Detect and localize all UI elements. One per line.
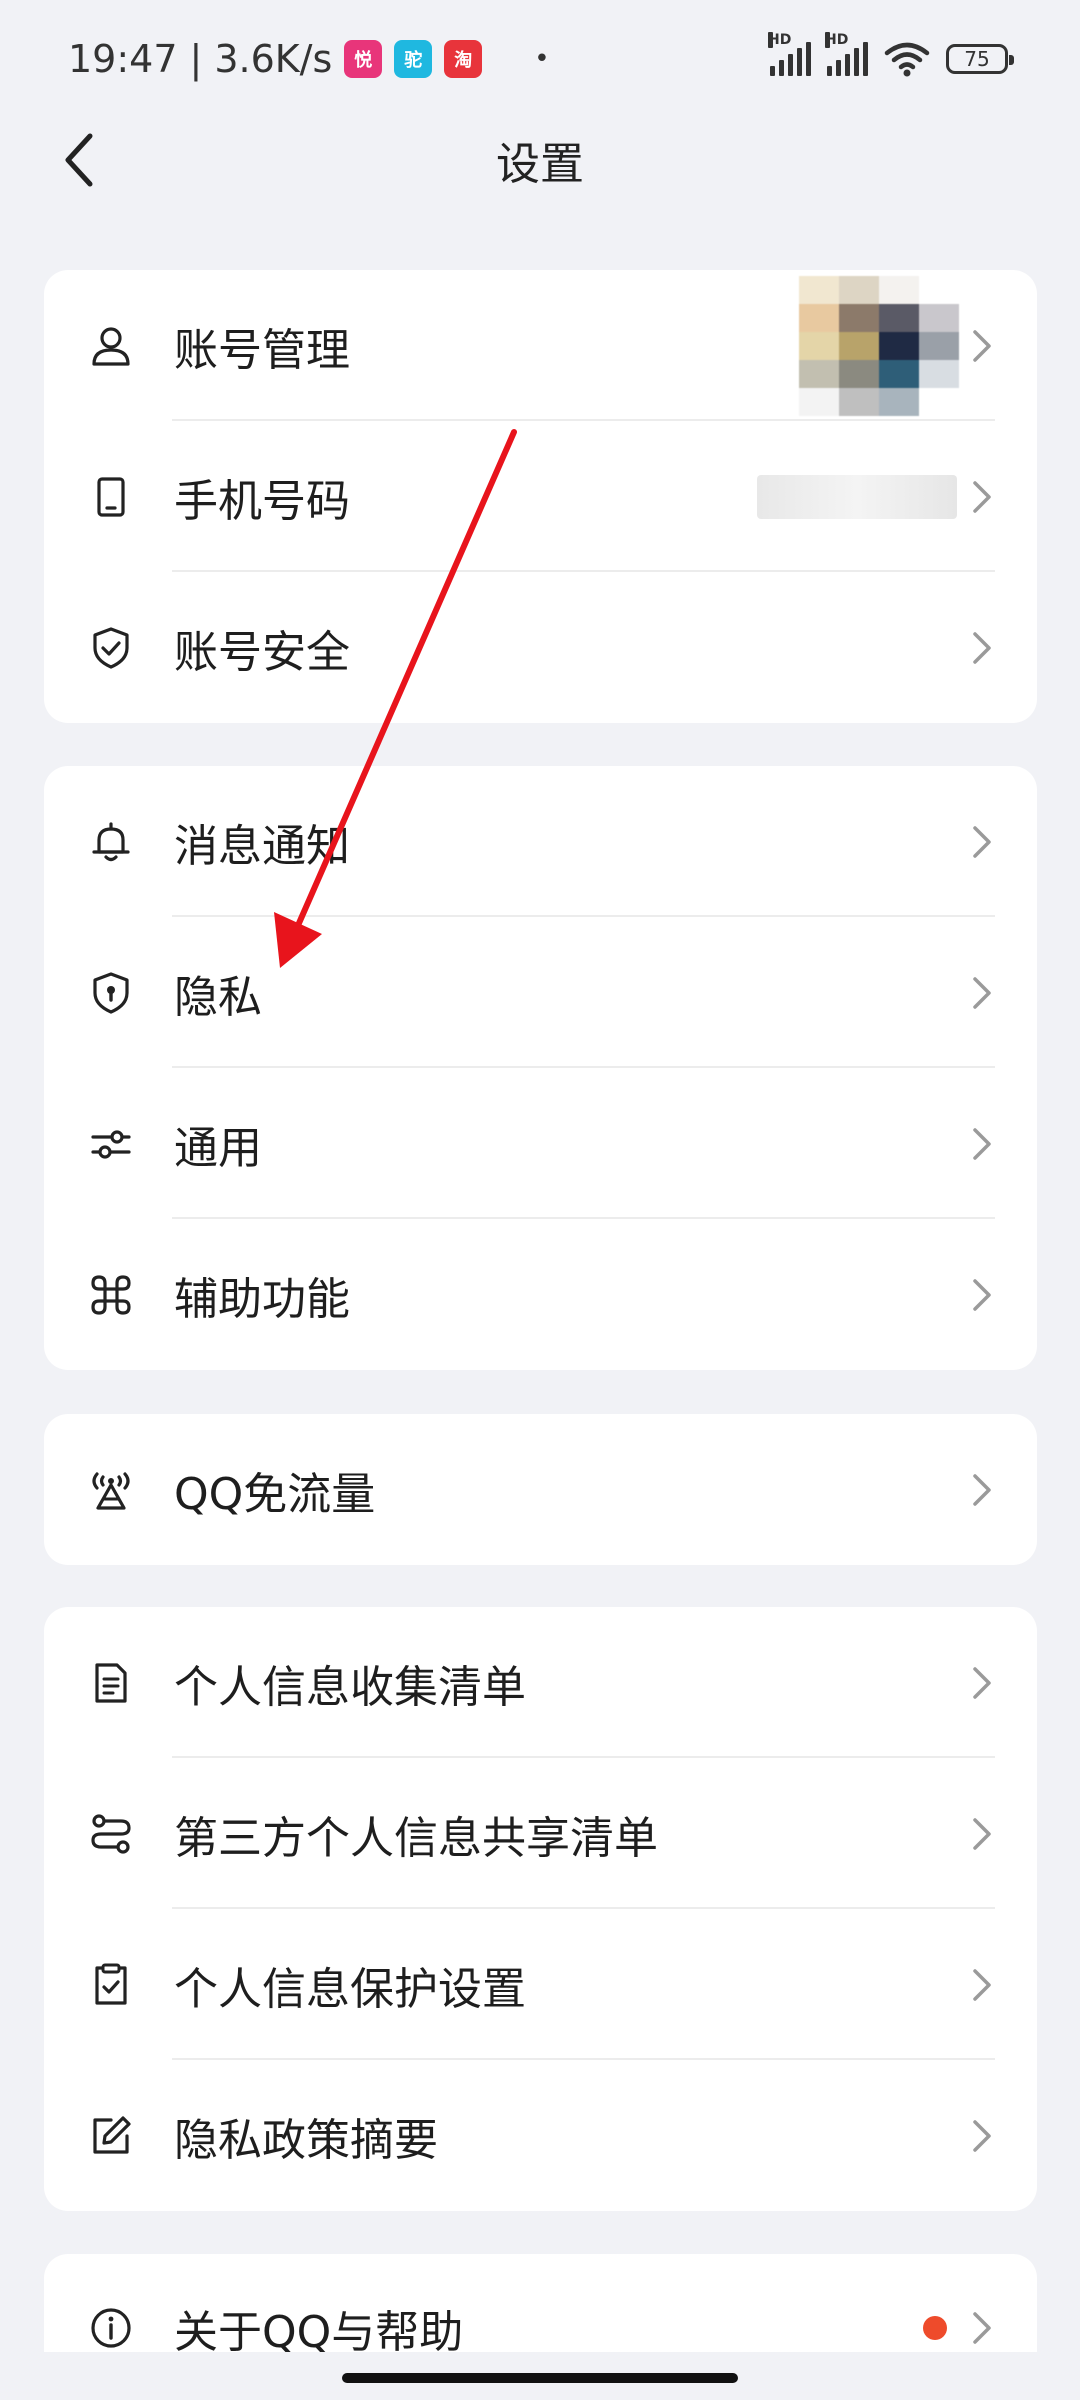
settings-item-qq-data-free[interactable]: QQ免流量 xyxy=(44,1414,1037,1565)
settings-item-personal-info-collection[interactable]: 个人信息收集清单 xyxy=(44,1607,1037,1758)
battery-level: 75 xyxy=(964,47,990,71)
bell-icon xyxy=(86,817,136,867)
chevron-right-icon xyxy=(973,1278,991,1311)
settings-item-account-management[interactable]: 账号管理 xyxy=(44,270,1037,421)
settings-item-notifications[interactable]: 消息通知 xyxy=(44,766,1037,917)
general-settings-card: 消息通知 隐私 通用 辅助功能 xyxy=(44,766,1037,1370)
settings-item-label: 隐私 xyxy=(174,971,262,1023)
network-speed: 3.6K/s xyxy=(214,37,333,81)
settings-item-label: 第三方个人信息共享清单 xyxy=(174,1812,658,1864)
status-bar: 19:47 | 3.6K/s 悦 驼 淘 • HD HD 75 xyxy=(0,0,1080,120)
settings-item-label: 手机号码 xyxy=(174,475,350,527)
document-icon xyxy=(86,1658,136,1708)
settings-item-label: 消息通知 xyxy=(174,820,350,872)
sliders-icon xyxy=(86,1119,136,1169)
settings-item-label: 个人信息收集清单 xyxy=(174,1661,526,1713)
hd-label: HD xyxy=(768,32,792,48)
status-time: 19:47 xyxy=(68,37,178,81)
settings-item-personal-info-protection[interactable]: 个人信息保护设置 xyxy=(44,1909,1037,2060)
chevron-right-icon xyxy=(973,2311,991,2344)
chevron-right-icon xyxy=(973,1127,991,1160)
shield-lock-icon xyxy=(86,968,136,1018)
settings-item-privacy-policy-summary[interactable]: 隐私政策摘要 xyxy=(44,2060,1037,2211)
chevron-right-icon xyxy=(973,1817,991,1850)
signal-icon: HD xyxy=(825,32,868,76)
settings-item-general[interactable]: 通用 xyxy=(44,1068,1037,1219)
hd-label: HD xyxy=(825,32,849,48)
settings-item-label: 通用 xyxy=(174,1122,262,1174)
person-icon xyxy=(86,321,136,371)
settings-item-accessibility[interactable]: 辅助功能 xyxy=(44,1219,1037,1370)
edit-icon xyxy=(86,2111,136,2161)
notification-app-icon: 驼 xyxy=(394,40,433,78)
settings-item-third-party-sharing[interactable]: 第三方个人信息共享清单 xyxy=(44,1758,1037,1909)
chevron-right-icon xyxy=(973,976,991,1009)
settings-item-privacy[interactable]: 隐私 xyxy=(44,917,1037,1068)
home-indicator[interactable] xyxy=(342,2373,738,2383)
settings-item-label: 账号安全 xyxy=(174,626,350,678)
account-settings-card: 账号管理 手机号码 账号安全 xyxy=(44,270,1037,723)
chevron-right-icon xyxy=(973,329,991,362)
personal-info-card: 个人信息收集清单 第三方个人信息共享清单 个人信息保护设置 隐私政策摘要 xyxy=(44,1607,1037,2211)
battery-icon: 75 xyxy=(946,44,1014,74)
status-separator: | xyxy=(189,37,203,81)
chevron-right-icon xyxy=(973,2119,991,2152)
chevron-right-icon xyxy=(973,1473,991,1506)
chevron-right-icon xyxy=(973,480,991,513)
status-left: 19:47 | 3.6K/s 悦 驼 淘 • xyxy=(68,34,550,84)
status-dot: • xyxy=(534,44,550,74)
chevron-right-icon xyxy=(973,1968,991,2001)
command-icon xyxy=(86,1270,136,1320)
chevron-right-icon xyxy=(973,825,991,858)
settings-item-label: 个人信息保护设置 xyxy=(174,1963,526,2015)
chevron-right-icon xyxy=(973,631,991,664)
status-right: HD HD 75 xyxy=(768,32,1014,82)
notification-app-icon: 淘 xyxy=(444,40,483,78)
page-title: 设置 xyxy=(496,139,584,190)
info-icon xyxy=(86,2303,136,2353)
settings-item-label: 关于QQ与帮助 xyxy=(174,2306,464,2358)
notification-dot xyxy=(923,2315,947,2340)
antenna-icon xyxy=(86,1465,136,1515)
notification-app-icon: 悦 xyxy=(344,40,383,78)
phone-icon xyxy=(86,472,136,522)
settings-item-label: QQ免流量 xyxy=(174,1468,376,1520)
settings-item-phone-number[interactable]: 手机号码 xyxy=(44,421,1037,572)
chevron-right-icon xyxy=(973,1666,991,1699)
signal-icon: HD xyxy=(768,32,811,76)
settings-item-label: 辅助功能 xyxy=(174,1273,350,1325)
data-free-card: QQ免流量 xyxy=(44,1414,1037,1565)
settings-item-label: 隐私政策摘要 xyxy=(174,2114,438,2166)
settings-item-label: 账号管理 xyxy=(174,324,350,376)
avatar[interactable] xyxy=(719,276,959,416)
share-icon xyxy=(86,1809,136,1859)
shield-check-icon xyxy=(86,623,136,673)
wifi-icon xyxy=(884,42,930,77)
phone-number-value xyxy=(757,474,957,519)
checklist-icon xyxy=(86,1960,136,2010)
settings-item-account-security[interactable]: 账号安全 xyxy=(44,572,1037,723)
